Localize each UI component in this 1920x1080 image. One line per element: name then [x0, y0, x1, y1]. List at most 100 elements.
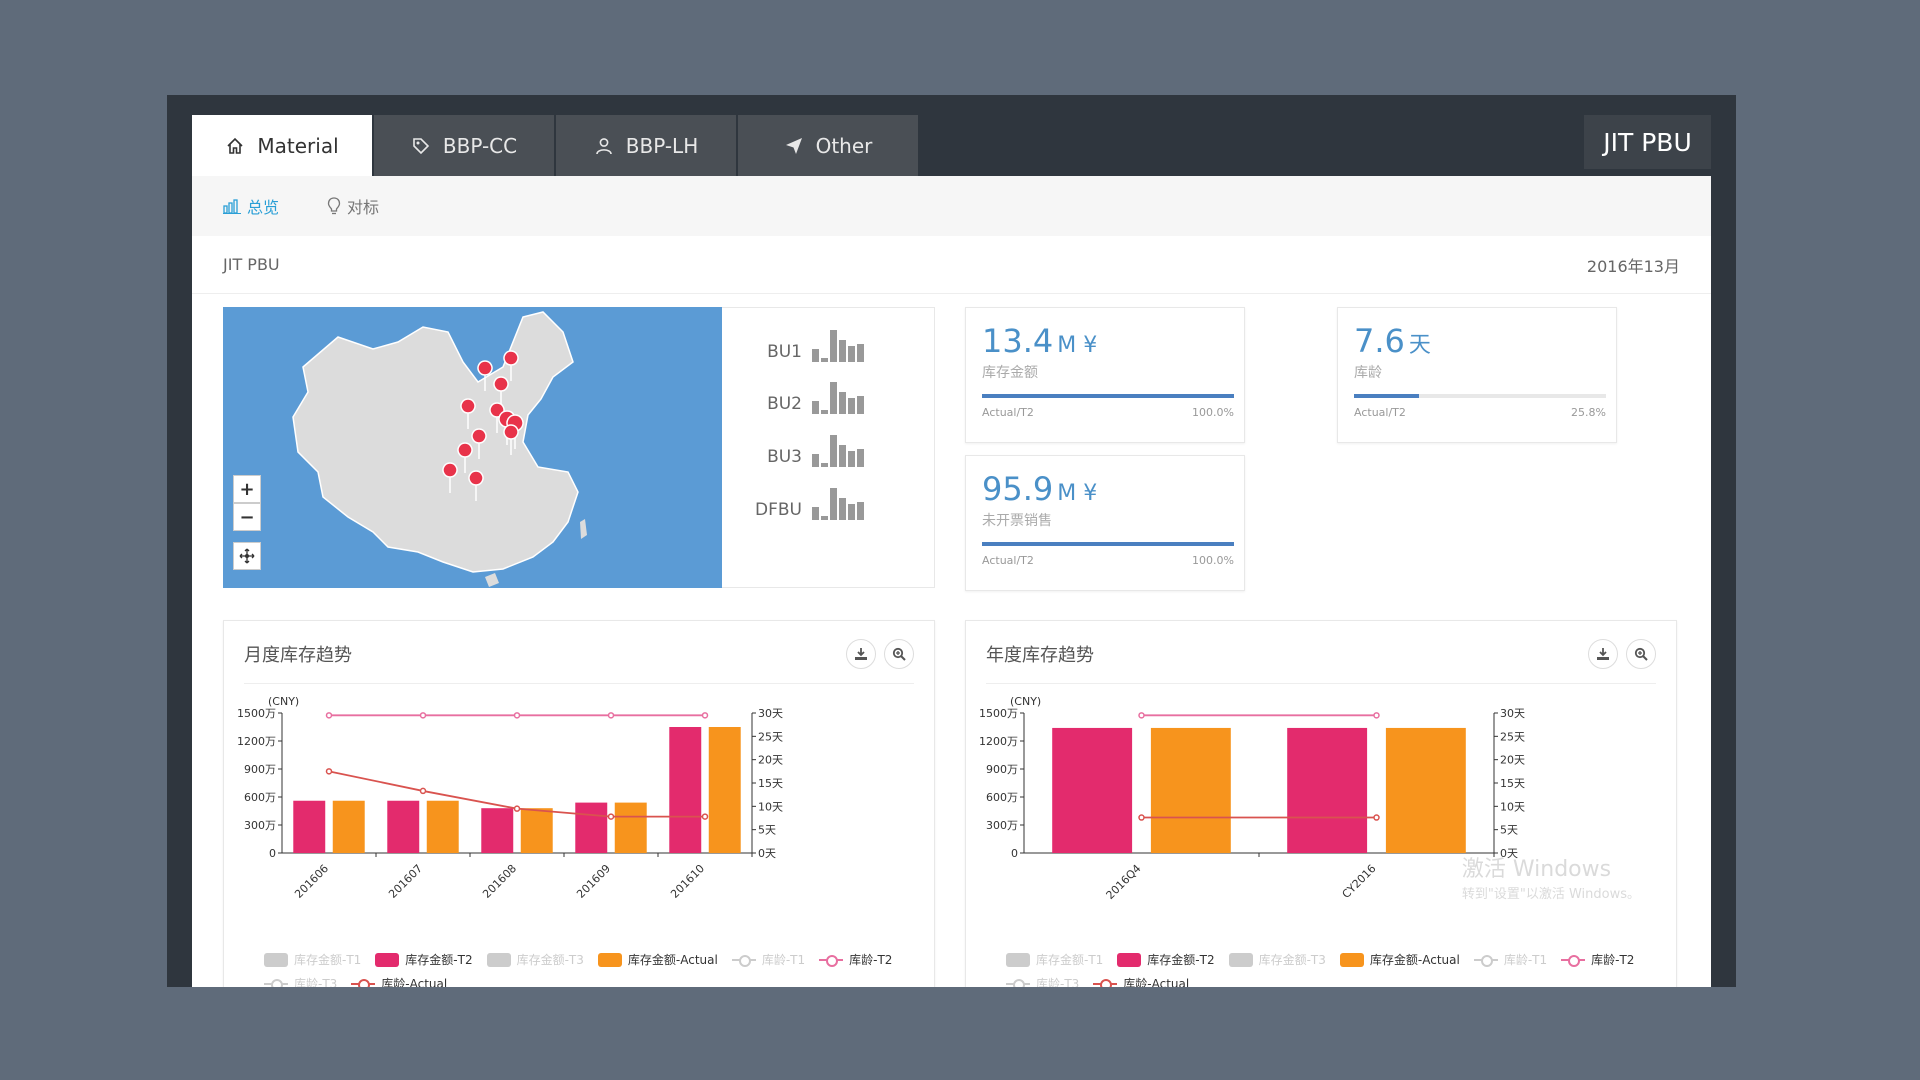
zoom-button[interactable] [1626, 639, 1656, 669]
bar [1385, 727, 1466, 853]
bar-chart-icon [223, 199, 241, 214]
line-point [325, 768, 333, 775]
location-map[interactable]: + − [223, 307, 722, 588]
legend-swatch [731, 953, 756, 967]
legend-item[interactable]: 库存金额-Actual [597, 948, 718, 972]
bu-item[interactable]: DFBU [752, 484, 866, 520]
kpi-ratio: 100.0% [1192, 554, 1234, 567]
zoom-out-button[interactable]: − [233, 503, 261, 531]
bu-sparkbar [857, 344, 864, 362]
y-tick-label: 600万 [986, 791, 1018, 804]
kpi-progress-track [1354, 394, 1606, 398]
legend-label: 库存金额-Actual [1369, 953, 1460, 967]
bu-label: DFBU [755, 500, 802, 520]
y-tick-label: 1500万 [979, 707, 1018, 720]
user-icon [594, 136, 614, 156]
legend-label: 库龄-T2 [849, 953, 893, 967]
bar [1150, 727, 1231, 853]
legend-swatch [375, 953, 400, 967]
map-landmass [292, 311, 579, 573]
legend-item[interactable]: 库龄-T1 [731, 948, 805, 972]
legend-item[interactable]: 库存金额-T2 [1117, 948, 1215, 972]
bar [293, 800, 326, 853]
y-tick-label: 0 [269, 847, 276, 860]
legend-item[interactable]: 库龄-Actual [1093, 972, 1189, 987]
line-point [607, 712, 615, 719]
bu-item[interactable]: BU1 [752, 326, 866, 362]
zoom-in-button[interactable]: + [233, 475, 261, 503]
download-icon [855, 648, 867, 660]
monthly-trend-panel: 月度库存趋势 (CNY) 0 300万 600万 900万 1200万 1500万 0天 5天 1… [223, 620, 935, 987]
bu-sparkbar [812, 454, 819, 467]
y-tick-label: 1500万 [237, 707, 276, 720]
legend-item[interactable]: 库龄-Actual [351, 972, 447, 987]
legend-label: 库存金额-T3 [516, 953, 584, 967]
kpi-card-age[interactable]: 7.6 天 库龄 Actual/T2 25.8% [1337, 307, 1617, 443]
bu-sparkbar [812, 349, 819, 362]
bu-label: BU2 [767, 394, 802, 414]
kpi-card-unbilled[interactable]: 95.9 M ¥ 未开票销售 Actual/T2 100.0% [965, 455, 1245, 591]
kpi-card-inventory[interactable]: 13.4 M ¥ 库存金额 Actual/T2 100.0% [965, 307, 1245, 443]
kpi-ratio-label: Actual/T2 [982, 406, 1034, 419]
legend-item[interactable]: 库存金额-T1 [264, 948, 361, 972]
x-tick-label: 201610 [668, 862, 707, 901]
monthly-chart: (CNY)0300万600万900万1200万1500万0天5天10天15天20… [237, 695, 783, 901]
period-label: 2016年13月 [1586, 256, 1680, 276]
bu-sparkbar [830, 435, 837, 467]
y2-tick-label: 20天 [758, 754, 783, 767]
download-button[interactable] [1588, 639, 1618, 669]
legend-item[interactable]: 库龄-T1 [1473, 948, 1548, 972]
kpi-ratio-label: Actual/T2 [982, 554, 1034, 567]
line-point [607, 813, 615, 820]
bu-sparkbar [848, 504, 855, 520]
x-tick-label: 201606 [292, 862, 331, 901]
kpi-ratio: 25.8% [1571, 406, 1606, 419]
download-button[interactable] [846, 639, 876, 669]
legend-item[interactable]: 库存金额-Actual [1339, 948, 1460, 972]
legend-item[interactable]: 库龄-T3 [1006, 972, 1079, 987]
tab-bbp-lh[interactable]: BBP-LH [556, 115, 736, 176]
y-tick-label: 600万 [244, 791, 276, 804]
activation-watermark: 激活 Windows 转到"设置"以激活 Windows。 [1462, 851, 1640, 902]
legend-item[interactable]: 库存金额-T1 [1006, 948, 1103, 972]
kpi-label: 库龄 [1354, 365, 1382, 381]
brand-label: JIT PBU [1584, 115, 1711, 169]
bar [1287, 727, 1368, 853]
zoom-in-icon [892, 647, 906, 661]
zoom-button[interactable] [884, 639, 914, 669]
x-tick-label: 201607 [386, 862, 425, 901]
legend-item[interactable]: 库龄-T3 [264, 972, 337, 987]
legend-item[interactable]: 库龄-T2 [1561, 948, 1634, 972]
watermark-line1: 激活 Windows [1461, 857, 1612, 882]
bu-sparkbar [857, 449, 864, 467]
legend-swatch [1006, 977, 1030, 987]
kpi-progress-fill [982, 542, 1234, 546]
reset-view-button[interactable] [233, 542, 261, 570]
legend-swatch [1339, 953, 1364, 967]
bu-sparkbar [839, 340, 846, 362]
tab-material[interactable]: Material [192, 115, 372, 176]
legend-item[interactable]: 库存金额-T2 [375, 948, 473, 972]
bu-item[interactable]: BU2 [752, 378, 866, 414]
bu-sparkbar [857, 502, 864, 520]
legend-swatch [1093, 977, 1118, 987]
legend-item[interactable]: 库龄-T2 [819, 948, 892, 972]
subnav-overview[interactable]: 总览 [223, 194, 279, 218]
y2-tick-label: 15天 [758, 777, 783, 790]
legend-item[interactable]: 库存金额-T3 [486, 948, 584, 972]
kpi-value: 7.6 [1354, 322, 1405, 360]
tab-label: Other [815, 133, 873, 158]
y2-tick-label: 15天 [1500, 777, 1525, 790]
legend-swatch [351, 977, 376, 987]
bu-item[interactable]: BU3 [752, 431, 866, 467]
tab-other[interactable]: Other [738, 115, 918, 176]
legend-swatch [264, 977, 288, 987]
app-window: Material BBP-CC BBP-LH Other JIT PBU 总览 [167, 95, 1736, 987]
legend-label: 库龄-T1 [1503, 953, 1548, 967]
y2-tick-label: 10天 [1500, 800, 1525, 813]
bu-sparkbar [821, 516, 828, 520]
subnav-benchmark[interactable]: 对标 [327, 194, 379, 218]
legend-item[interactable]: 库存金额-T3 [1228, 948, 1326, 972]
legend-swatch [264, 953, 288, 967]
tab-bbp-cc[interactable]: BBP-CC [374, 115, 554, 176]
